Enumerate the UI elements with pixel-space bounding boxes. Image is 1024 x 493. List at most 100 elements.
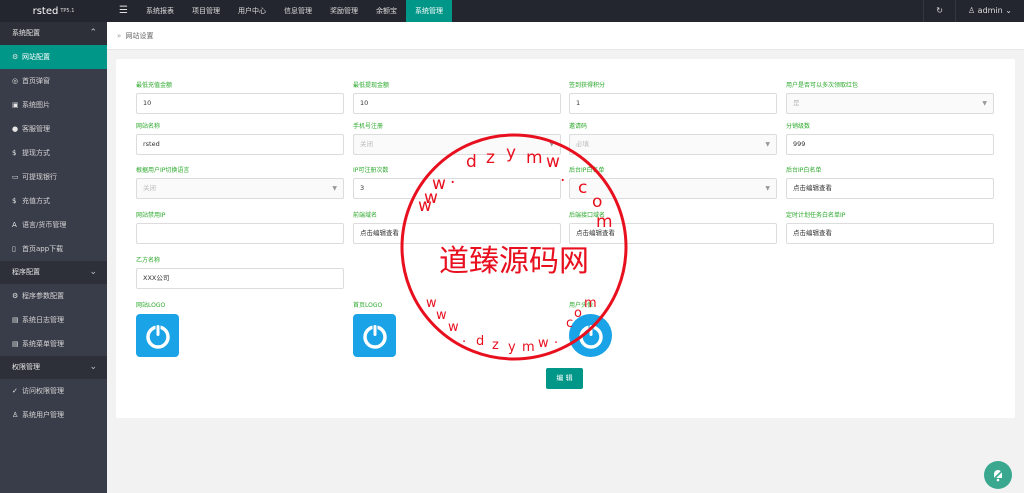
sidebar-item-home-popup[interactable]: ◎ 首页弹窗 <box>0 69 107 93</box>
sidebar-item-program-params[interactable]: ⚙ 程序参数配置 <box>0 284 107 308</box>
backend-api-input[interactable]: 点击编辑查看 <box>569 223 777 244</box>
cron-whitelist-input[interactable]: 点击编辑查看 <box>786 223 994 244</box>
sidebar-item-label: 系统日志管理 <box>22 316 64 324</box>
field-label: 签到获得积分 <box>569 82 606 89</box>
user-menu[interactable]: ♙ admin ⌄ <box>954 0 1024 22</box>
sidebar-group-permissions[interactable]: 权限管理 ⌄ <box>0 356 107 379</box>
sidebar-item-language-currency[interactable]: A 语言/货币管理 <box>0 213 107 237</box>
field-home-logo: 首页LOGO <box>353 301 396 357</box>
top-right-tools: ↻ ♙ admin ⌄ <box>923 0 1024 22</box>
topnav-item-system[interactable]: 系统管理 <box>405 0 452 22</box>
checkin-points-input[interactable]: 1 <box>569 93 777 114</box>
sidebar-item-withdraw-banks[interactable]: ▭ 可提现银行 <box>0 165 107 189</box>
sidebar-item-site-config[interactable]: ⚙ 网站配置 <box>0 45 107 69</box>
sidebar-item-customer-service[interactable]: ● 客服管理 <box>0 117 107 141</box>
select-value: 必填 <box>576 140 589 148</box>
site-logo-upload[interactable] <box>136 314 179 357</box>
top-nav: ☰ 系统报表 项目管理 用户中心 信息管理 奖励管理 余额宝 系统管理 <box>110 0 452 22</box>
target-icon: ◎ <box>12 77 19 85</box>
chevron-down-icon: ▼ <box>765 141 770 148</box>
topnav-item-info[interactable]: 信息管理 <box>275 0 321 22</box>
field-label: 最低提现金额 <box>353 82 390 89</box>
home-logo-upload[interactable] <box>353 314 396 357</box>
field-label: 后台IP白名单 <box>569 167 605 174</box>
field-user-avatar: 用户头像 <box>569 301 612 357</box>
field-label: 用户头像 <box>569 302 594 309</box>
topnav-item-projects[interactable]: 项目管理 <box>183 0 229 22</box>
sidebar-item-recharge-methods[interactable]: $ 充值方式 <box>0 189 107 213</box>
invite-code-select[interactable]: 必填 ▼ <box>569 134 777 155</box>
floating-help-button[interactable] <box>984 461 1012 489</box>
power-icon <box>362 323 387 349</box>
sidebar-group-system-config[interactable]: 系统配置 ⌃ <box>0 22 107 45</box>
sidebar-group-label: 权限管理 <box>12 363 40 371</box>
sidebar-item-system-images[interactable]: ▣ 系统图片 <box>0 93 107 117</box>
field-label: 后台IP白名单 <box>786 167 822 174</box>
ip-language-select[interactable]: 关闭 ▼ <box>136 178 344 199</box>
site-ban-ip-input[interactable] <box>136 223 344 244</box>
user-name: admin <box>977 6 1003 15</box>
app-logo[interactable]: rsted TP5.1 <box>0 0 107 22</box>
multi-redpacket-select[interactable]: 是 ▼ <box>786 93 994 114</box>
field-site-logo: 网站LOGO <box>136 301 179 357</box>
sidebar-item-label: 系统菜单管理 <box>22 340 64 348</box>
check-circle-icon: ✓ <box>12 387 18 395</box>
app-name: rsted <box>32 5 59 17</box>
edit-button[interactable]: 编 辑 <box>546 368 583 389</box>
sidebar-item-label: 访问权限管理 <box>22 387 64 395</box>
chevron-down-icon: ▼ <box>549 141 554 148</box>
breadcrumb-current[interactable]: 网站设置 <box>126 32 154 40</box>
field-ip-register-limit: IP可注册次数 3 <box>353 166 561 199</box>
field-label: 网站禁用IP <box>136 212 166 219</box>
sidebar-item-system-users[interactable]: ♙ 系统用户管理 <box>0 403 107 427</box>
chevron-down-icon: ⌄ <box>89 267 97 277</box>
phone-register-select[interactable]: 关闭 ▼ <box>353 134 561 155</box>
topnav-item-yuebao[interactable]: 余额宝 <box>367 0 406 22</box>
field-admin-ip-whitelist: 后台IP白名单 ▼ <box>569 166 777 199</box>
sidebar-item-system-menu[interactable]: ▤ 系统菜单管理 <box>0 332 107 356</box>
field-label: IP可注册次数 <box>353 167 389 174</box>
sidebar-item-system-logs[interactable]: ▤ 系统日志管理 <box>0 308 107 332</box>
user-avatar-upload[interactable] <box>569 314 612 357</box>
admin-ip-whitelist-select[interactable]: ▼ <box>569 178 777 199</box>
field-phone-register: 手机号注册 关闭 ▼ <box>353 122 561 155</box>
min-withdraw-input[interactable]: 10 <box>353 93 561 114</box>
chevron-down-icon: ⌄ <box>89 362 97 372</box>
breadcrumb: » 网站设置 <box>107 22 1024 50</box>
topnav-item-reports[interactable]: 系统报表 <box>137 0 183 22</box>
party-b-name-input[interactable]: XXX公司 <box>136 268 344 289</box>
topnav-item-users[interactable]: 用户中心 <box>229 0 275 22</box>
site-name-input[interactable]: rsted <box>136 134 344 155</box>
refresh-icon[interactable]: ↻ <box>923 0 955 22</box>
share-levels-input[interactable]: 999 <box>786 134 994 155</box>
sidebar-item-access-permissions[interactable]: ✓ 访问权限管理 <box>0 379 107 403</box>
field-backend-api: 后端接口域名 点击编辑查看 <box>569 211 777 244</box>
sidebar-item-label: 首页弹窗 <box>22 77 50 85</box>
menu-toggle-icon[interactable]: ☰ <box>110 0 137 22</box>
topnav-item-rewards[interactable]: 奖励管理 <box>321 0 367 22</box>
chevron-down-icon: ▼ <box>982 100 987 107</box>
admin-ip-list-input[interactable]: 点击编辑查看 <box>786 178 994 199</box>
sidebar-group-label: 程序配置 <box>12 268 40 276</box>
front-domain-input[interactable]: 点击编辑查看 <box>353 223 561 244</box>
ip-register-limit-input[interactable]: 3 <box>353 178 561 199</box>
breadcrumb-separator: » <box>117 32 122 40</box>
power-icon <box>578 323 603 349</box>
sidebar-group-label: 系统配置 <box>12 29 40 37</box>
chat-icon: ● <box>12 125 19 133</box>
sidebar-item-app-download[interactable]: ▯ 首页app下载 <box>0 237 107 261</box>
field-label: 用户是否可以多次领取红包 <box>786 82 859 89</box>
sidebar-item-withdraw-methods[interactable]: $ 提现方式 <box>0 141 107 165</box>
field-multi-redpacket: 用户是否可以多次领取红包 是 ▼ <box>786 81 994 114</box>
power-icon <box>145 323 170 349</box>
select-value: 是 <box>793 99 800 107</box>
field-checkin-points: 签到获得积分 1 <box>569 81 777 114</box>
field-label: 网站名称 <box>136 123 161 130</box>
image-icon: ▣ <box>12 101 19 109</box>
sidebar-item-label: 系统用户管理 <box>22 411 64 419</box>
chevron-down-icon: ▼ <box>332 185 337 192</box>
min-recharge-input[interactable]: 10 <box>136 93 344 114</box>
field-label: 最低充值金额 <box>136 82 173 89</box>
link-icon: ⚙ <box>12 292 19 300</box>
sidebar-group-program-config[interactable]: 程序配置 ⌄ <box>0 261 107 284</box>
